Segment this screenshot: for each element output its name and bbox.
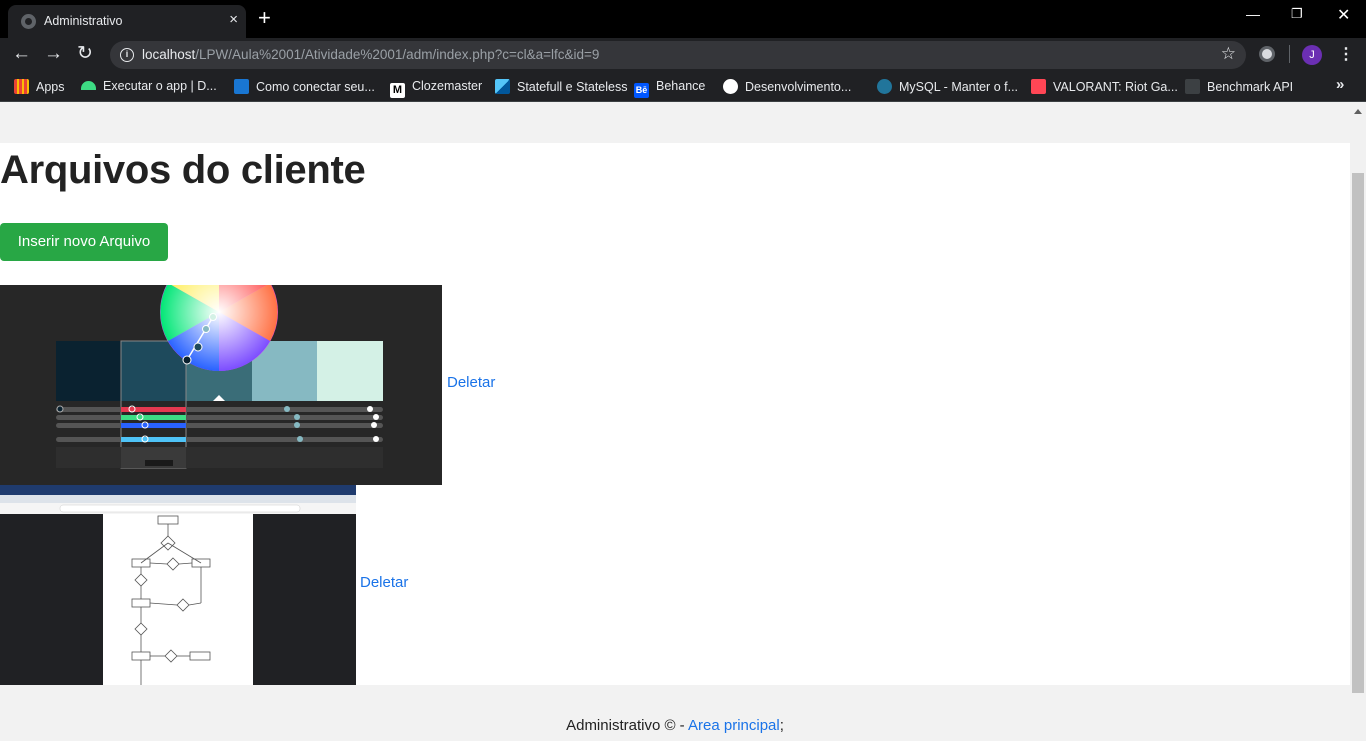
tab-administrativo[interactable]: Administrativo × [8, 5, 246, 38]
profile-avatar[interactable]: J [1302, 45, 1322, 65]
bookmark-favicon-icon [234, 79, 249, 94]
menu-icon[interactable]: ⋮ [1338, 44, 1354, 64]
insert-file-button[interactable]: Inserir novo Arquivo [0, 223, 168, 261]
behance-icon: Bē [634, 83, 649, 98]
bookmark-behance[interactable]: Bē Behance [634, 79, 705, 98]
area-principal-link[interactable]: Area principal [688, 717, 780, 734]
restore-icon[interactable]: ❐ [1291, 6, 1303, 22]
bookmark-benchmark[interactable]: Benchmark API [1185, 79, 1293, 94]
page-scrollbar[interactable] [1350, 103, 1366, 741]
file-thumbnail-flowchart[interactable] [0, 485, 356, 685]
new-tab-button[interactable]: + [258, 6, 271, 30]
minimize-icon[interactable]: — [1246, 6, 1260, 22]
globe-icon [723, 79, 738, 94]
page-viewport: Arquivos do cliente Inserir novo Arquivo [0, 103, 1350, 741]
back-icon[interactable]: ← [12, 43, 31, 65]
flowchart-screenshot-image [0, 485, 356, 685]
info-icon[interactable]: i [120, 48, 134, 62]
delete-file-link[interactable]: Deletar [447, 374, 495, 391]
footer-text: Administrativo © - [566, 717, 689, 734]
bookmark-android[interactable]: Executar o app | D... [81, 79, 217, 93]
apps-grid-icon [14, 79, 29, 94]
bookmark-conectar[interactable]: Como conectar seu... [234, 79, 375, 94]
scrollbar-thumb[interactable] [1352, 173, 1364, 693]
toolbar-divider [1289, 45, 1290, 63]
bookmark-flutter[interactable]: Statefull e Stateless [495, 79, 627, 94]
color-palette-image [56, 285, 383, 469]
valorant-icon [1031, 79, 1046, 94]
scroll-up-icon[interactable] [1354, 109, 1362, 114]
clozemaster-icon: M [390, 83, 405, 98]
bookmark-clozemaster[interactable]: M Clozemaster [390, 79, 482, 98]
chevron-right-icon[interactable]: » [1336, 76, 1344, 93]
main-content: Arquivos do cliente Inserir novo Arquivo [0, 143, 1350, 685]
extension-icon[interactable] [1259, 46, 1275, 62]
forward-icon[interactable]: → [44, 43, 63, 65]
bookmark-desenvolvimento[interactable]: Desenvolvimento... [723, 79, 851, 94]
bookmark-mysql[interactable]: MySQL - Manter o f... [877, 79, 1018, 94]
address-bar[interactable]: i localhost/LPW/Aula%2001/Atividade%2001… [110, 41, 1246, 69]
tab-title: Administrativo [44, 14, 123, 28]
file-thumbnail-color-palette[interactable] [0, 285, 442, 485]
delete-file-link[interactable]: Deletar [360, 574, 408, 591]
bookmarks-bar: Apps Executar o app | D... Como conectar… [0, 72, 1366, 102]
close-tab-icon[interactable]: × [229, 11, 238, 28]
url-text: localhost/LPW/Aula%2001/Atividade%2001/a… [142, 47, 600, 62]
cart-icon [1185, 79, 1200, 94]
flutter-icon [495, 79, 510, 94]
bookmark-star-icon[interactable]: ☆ [1221, 44, 1236, 64]
android-icon [81, 81, 96, 90]
footer-suffix: ; [779, 717, 784, 734]
browser-toolbar: ← → ↻ i localhost/LPW/Aula%2001/Atividad… [0, 38, 1366, 72]
bookmark-valorant[interactable]: VALORANT: Riot Ga... [1031, 79, 1178, 94]
reload-icon[interactable]: ↻ [77, 43, 93, 65]
wordpress-icon [877, 79, 892, 94]
globe-icon [21, 14, 36, 29]
page-title: Arquivos do cliente [0, 148, 366, 192]
footer: Administrativo © - Area principal; [0, 717, 1350, 734]
tab-strip: Administrativo × + — ❐ ✕ [0, 0, 1366, 38]
close-window-icon[interactable]: ✕ [1337, 5, 1350, 25]
bookmark-apps[interactable]: Apps [14, 79, 65, 94]
